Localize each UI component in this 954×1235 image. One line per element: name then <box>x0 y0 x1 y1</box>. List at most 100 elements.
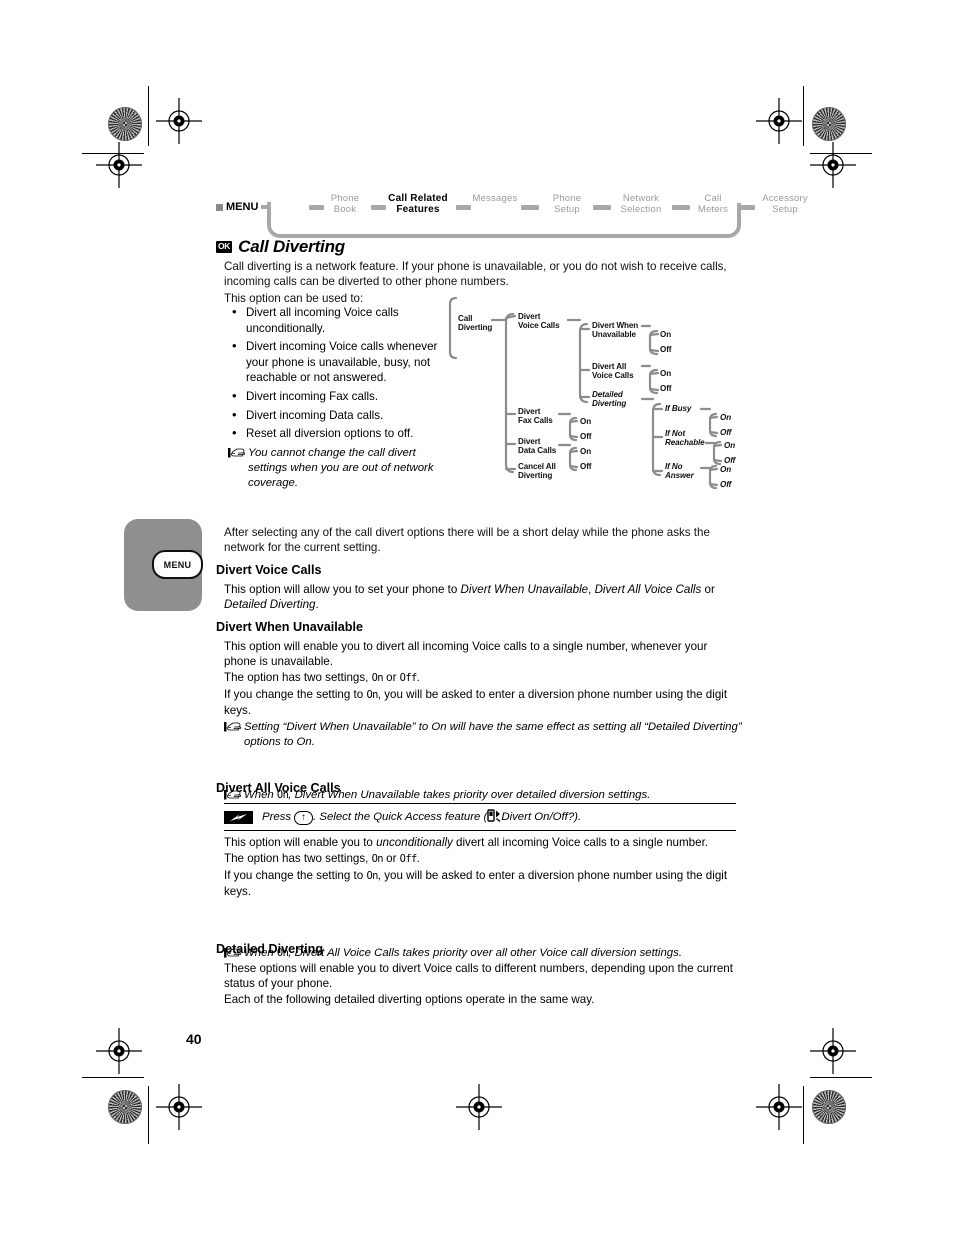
davc-p1-em: unconditionally <box>376 836 453 849</box>
breadcrumb-item-call-meters[interactable]: Call Meters <box>689 193 737 215</box>
davc-p1-b: divert all incoming Voice calls to a sin… <box>452 836 709 849</box>
tip-feature-label: Divert On/Off?). <box>501 811 582 823</box>
tree-leaf-off: Off <box>720 480 732 489</box>
davc-p1-a: This option will enable you to <box>224 836 377 849</box>
dwu-paragraph-3: If you change the setting to On, you wil… <box>224 687 738 719</box>
breadcrumb-item-line1: Phone <box>330 193 360 204</box>
breadcrumb-item-line2: Setup <box>554 204 580 215</box>
pointing-hand-icon <box>224 721 241 733</box>
call-diverting-tree-diagram: Call Diverting Divert Voice Calls Divert Fa… <box>444 296 744 492</box>
dvc-em-3: Detailed Diverting <box>224 598 316 612</box>
tree-node-if-not-reachable: If Not Reachable <box>665 429 705 448</box>
tree-leaf-on: On <box>724 441 736 450</box>
registration-mark-top-left <box>156 98 202 144</box>
page-number: 40 <box>186 1031 202 1047</box>
dwu-note-1: Setting “Divert When Unavailable” to On … <box>224 720 746 750</box>
section-heading-divert-when-unavailable: Divert When Unavailable <box>216 620 363 634</box>
breadcrumb-dash <box>521 205 539 210</box>
color-target-bottom-right <box>812 1090 846 1124</box>
breadcrumb-item-phone-setup[interactable]: Phone Setup <box>541 193 593 215</box>
breadcrumb-connector-icon <box>261 205 271 209</box>
breadcrumb-item-line1: Phone <box>552 193 582 204</box>
color-target-bottom-left <box>108 1090 142 1124</box>
tree-node-detailed-diverting: Detailed Diverting <box>592 390 627 409</box>
tree-node-divert-voice-calls: Divert Voice Calls <box>518 312 560 331</box>
breadcrumb-item-line2: Meters <box>697 204 729 215</box>
registration-mark-bottom-center <box>456 1084 502 1130</box>
menu-key-button[interactable]: MENU <box>152 550 203 579</box>
trim-line-bottom-right-h <box>810 1077 872 1079</box>
note-coverage: You cannot change the call divert settin… <box>228 446 438 491</box>
page-title-text: Call Diverting <box>238 237 345 256</box>
breadcrumb-menu-root[interactable]: MENU <box>216 201 271 213</box>
breadcrumb-item-line2: Selection <box>620 204 662 215</box>
tree-leaf-on: On <box>660 330 672 339</box>
dwu-note-2-b: , Divert When Unavailable takes priority… <box>288 789 651 801</box>
dvc-em-2: Divert All Voice Calls <box>594 583 702 596</box>
dvc-em-1: Divert When Unavailable <box>460 583 589 596</box>
breadcrumb-item-line2: Book <box>333 204 357 215</box>
list-item: Divert incoming Voice calls whenever you… <box>228 338 438 386</box>
breadcrumb-dash <box>672 205 690 210</box>
lcd-on-value: On <box>371 672 384 684</box>
up-arrow-key-icon: ↑ <box>294 811 314 825</box>
registration-mark-bottom <box>156 1084 202 1130</box>
tree-leaf-off: Off <box>580 432 592 441</box>
tree-node-divert-data-calls: Divert Data Calls <box>518 437 557 456</box>
lcd-off-value: Off <box>399 853 418 865</box>
breadcrumb-dash <box>737 205 755 210</box>
color-target-top-left <box>108 107 142 141</box>
intro-paragraph-1: Call diverting is a network feature. If … <box>224 260 727 289</box>
quick-access-tip: Press ↑. Select the Quick Access feature… <box>224 809 736 825</box>
page-title: OK Call Diverting <box>216 237 345 257</box>
section-heading-detailed-diverting: Detailed Diverting <box>216 942 324 956</box>
davc-p2-b: or <box>382 852 400 865</box>
dwu-note-1-text: Setting “Divert When Unavailable” to On … <box>244 721 742 748</box>
registration-mark-top-right <box>756 98 802 144</box>
lcd-off-value: Off <box>399 672 418 684</box>
quick-access-tip-box: Press ↑. Select the Quick Access feature… <box>224 803 736 831</box>
lcd-on-value: On <box>366 870 378 882</box>
quick-access-tip-text: Press ↑. Select the Quick Access feature… <box>262 809 581 825</box>
tree-leaf-on: On <box>660 369 672 378</box>
registration-mark-bottom-center-right <box>756 1084 802 1130</box>
breadcrumb-item-call-related-features[interactable]: Call Related Features <box>380 193 456 215</box>
tree-leaf-on: On <box>720 413 732 422</box>
dvc-text-d: . <box>315 598 319 612</box>
dd-paragraph-1: These options will enable you to divert … <box>224 962 733 991</box>
breadcrumb-dash <box>593 205 611 210</box>
phone-handset-icon <box>487 809 501 825</box>
tree-node-call-diverting: Call Diverting <box>458 314 493 333</box>
tree-leaf-off: Off <box>720 428 732 437</box>
bullet-list: Divert all incoming Voice calls uncondit… <box>228 304 438 491</box>
davc-paragraph-1: This option will enable you to unconditi… <box>224 835 738 850</box>
list-item: Reset all diversion options to off. <box>228 425 438 442</box>
tree-leaf-off: Off <box>580 462 592 471</box>
breadcrumb-menu-label: MENU <box>226 201 259 213</box>
breadcrumb-item-line1: Network <box>622 193 660 204</box>
davc-paragraph-3: If you change the setting to On, you wil… <box>224 868 738 900</box>
menu-key-label: MENU <box>163 559 192 570</box>
breadcrumb-item-network-selection[interactable]: Network Selection <box>610 193 672 215</box>
list-item: Divert incoming Fax calls. <box>228 388 438 405</box>
breadcrumb-item-messages[interactable]: Messages <box>469 193 521 204</box>
trim-line-top-left-v <box>148 86 150 146</box>
breadcrumb-item-line2: Setup <box>772 204 798 215</box>
dvc-text-a: This option will allow you to set your p… <box>224 583 461 596</box>
trim-line-bottom-left-h <box>82 1077 144 1079</box>
lcd-on-value: On <box>371 853 384 865</box>
breadcrumb: MENU Phone Book Call Related Features Me… <box>216 193 808 238</box>
registration-mark-bottom-right <box>810 1028 856 1074</box>
after-select-paragraph: After selecting any of the call divert o… <box>224 526 710 555</box>
document-page: MENU MENU Phone Book Call Related Featur… <box>0 0 954 1235</box>
davc-p2-a: The option has two settings, <box>224 852 372 865</box>
color-target-top-right <box>812 107 846 141</box>
breadcrumb-item-line1: Messages <box>472 193 518 204</box>
breadcrumb-item-phone-book[interactable]: Phone Book <box>319 193 371 215</box>
tree-node-divert-fax-calls: Divert Fax Calls <box>518 407 553 426</box>
registration-mark-right <box>810 142 856 188</box>
tree-node-cancel-all-diverting: Cancel All Diverting <box>518 462 556 481</box>
registration-mark-left <box>96 142 142 188</box>
dwu-p2-c: . <box>416 671 420 684</box>
breadcrumb-item-accessory-setup[interactable]: Accessory Setup <box>754 193 816 215</box>
